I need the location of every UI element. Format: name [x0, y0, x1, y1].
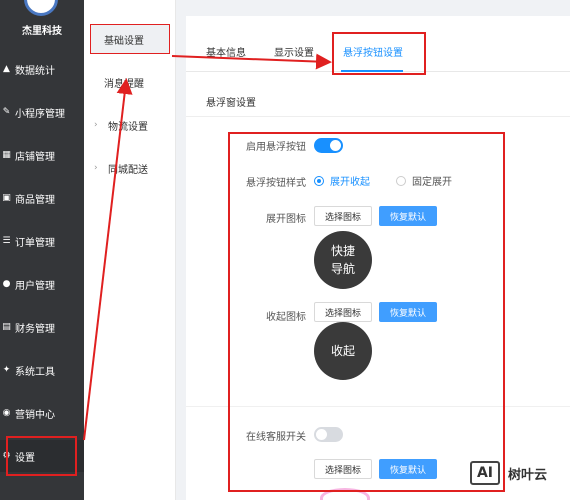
tab-basic-info[interactable]: 基本信息 — [206, 44, 246, 59]
sidebar-item-label: 商品管理 — [15, 194, 55, 206]
float-button-form: 启用悬浮按钮 悬浮按钮样式 展开收起 固定展开 展开图标 选择图标 恢复默认 快… — [186, 116, 570, 500]
collapse-icon-label: 收起图标 — [266, 312, 306, 323]
toggle-knob — [330, 140, 341, 151]
enable-float-button-label: 启用悬浮按钮 — [246, 142, 306, 153]
submenu-item-label: 同城配送 — [108, 164, 148, 176]
choose-collapse-icon-button[interactable]: 选择图标 — [314, 302, 372, 322]
app-root: 杰里科技 ▲ 数据统计 ✎ 小程序管理 ▦ 店铺管理 ▣ 商品管理 ☰ 订单管理… — [0, 0, 570, 500]
choose-expand-icon-button[interactable]: 选择图标 — [314, 206, 372, 226]
watermark-ai-logo: AI — [470, 461, 500, 485]
sidebar-item-store[interactable]: ▦ 店铺管理 — [0, 139, 84, 171]
sidebar-item-goods[interactable]: ▣ 商品管理 — [0, 182, 84, 214]
submenu-item-label: 消息提醒 — [104, 78, 144, 90]
active-tab-indicator — [341, 70, 403, 72]
sidebar-item-label: 小程序管理 — [15, 108, 65, 120]
sidebar-item-label: 系统工具 — [15, 366, 55, 378]
sidebar-item-label: 用户管理 — [15, 280, 55, 292]
submenu-item-label: 物流设置 — [108, 121, 148, 133]
settings-submenu: 基础设置 消息提醒 › 物流设置 › 同城配送 — [84, 0, 176, 500]
wrench-icon: ✦ — [2, 365, 11, 375]
section-title: 悬浮窗设置 — [206, 98, 256, 109]
radio-dot — [396, 175, 406, 186]
sidebar-item-label: 店铺管理 — [15, 151, 55, 163]
divider — [186, 406, 570, 407]
sidebar-item-statistics[interactable]: ▲ 数据统计 — [0, 53, 84, 85]
sidebar-item-miniprogram[interactable]: ✎ 小程序管理 — [0, 96, 84, 128]
sidebar-item-settings[interactable]: ⚙ 设置 — [0, 440, 84, 472]
sidebar-item-label: 数据统计 — [15, 65, 55, 77]
settings-panel: 基本信息 显示设置 悬浮按钮设置 悬浮窗设置 启用悬浮按钮 悬浮按钮样式 展开收… — [186, 16, 570, 500]
chevron-right-icon: › — [94, 163, 98, 173]
submenu-item-basic[interactable]: 基础设置 — [90, 25, 170, 53]
enable-float-button-toggle[interactable] — [314, 138, 343, 153]
service-icon-preview — [320, 488, 370, 500]
user-icon: ● — [2, 279, 11, 289]
expand-icon-label: 展开图标 — [266, 214, 306, 225]
style-radio-expand-collapse[interactable]: 展开收起 — [314, 173, 370, 188]
order-icon: ☰ — [2, 236, 11, 246]
sidebar-item-label: 营销中心 — [15, 409, 55, 421]
sidebar-item-finance[interactable]: ▤ 财务管理 — [0, 311, 84, 343]
chart-icon: ▲ — [3, 64, 10, 74]
chevron-right-icon: › — [94, 120, 98, 130]
edit-icon: ✎ — [2, 107, 11, 117]
radio-label: 固定展开 — [412, 177, 452, 188]
submenu-item-messages[interactable]: 消息提醒 — [90, 68, 170, 96]
online-service-label: 在线客服开关 — [246, 432, 306, 443]
radio-label: 展开收起 — [330, 177, 370, 188]
choose-service-icon-button[interactable]: 选择图标 — [314, 459, 372, 479]
radio-dot — [314, 175, 324, 186]
submenu-item-local-delivery[interactable]: › 同城配送 — [90, 154, 170, 182]
tab-display-settings[interactable]: 显示设置 — [274, 44, 314, 59]
restore-service-icon-button[interactable]: 恢复默认 — [379, 459, 437, 479]
toggle-knob — [316, 429, 327, 440]
online-service-toggle[interactable] — [314, 427, 343, 442]
style-radio-fixed-expand[interactable]: 固定展开 — [396, 173, 452, 188]
expand-circle-preview: 快捷 导航 — [314, 231, 372, 289]
gear-icon: ⚙ — [2, 451, 11, 461]
store-icon: ▦ — [2, 150, 11, 160]
sidebar-item-label: 财务管理 — [15, 323, 55, 335]
sidebar-item-users[interactable]: ● 用户管理 — [0, 268, 84, 300]
expand-circle-text: 快捷 导航 — [330, 244, 355, 276]
collapse-circle-preview: 收起 — [314, 322, 372, 380]
tab-bar: 基本信息 显示设置 悬浮按钮设置 — [186, 16, 570, 72]
restore-collapse-icon-button[interactable]: 恢复默认 — [379, 302, 437, 322]
submenu-item-logistics[interactable]: › 物流设置 — [90, 111, 170, 139]
finance-icon: ▤ — [2, 322, 11, 332]
watermark: AI 树叶云 — [470, 455, 570, 491]
watermark-text: 树叶云 — [508, 467, 548, 483]
main-sidebar: 杰里科技 ▲ 数据统计 ✎ 小程序管理 ▦ 店铺管理 ▣ 商品管理 ☰ 订单管理… — [0, 0, 84, 500]
sidebar-item-marketing[interactable]: ◉ 营销中心 — [0, 397, 84, 429]
sidebar-item-tools[interactable]: ✦ 系统工具 — [0, 354, 84, 386]
logo — [24, 0, 58, 16]
submenu-item-label: 基础设置 — [104, 35, 144, 47]
marketing-icon: ◉ — [2, 408, 11, 418]
sidebar-item-label: 设置 — [15, 452, 35, 464]
sidebar-item-orders[interactable]: ☰ 订单管理 — [0, 225, 84, 257]
restore-expand-icon-button[interactable]: 恢复默认 — [379, 206, 437, 226]
tab-float-button-settings[interactable]: 悬浮按钮设置 — [343, 44, 403, 59]
goods-icon: ▣ — [2, 193, 11, 203]
brand-name: 杰里科技 — [22, 26, 62, 37]
collapse-circle-text: 收起 — [330, 344, 355, 358]
float-button-style-label: 悬浮按钮样式 — [246, 178, 306, 189]
sidebar-item-label: 订单管理 — [15, 237, 55, 249]
